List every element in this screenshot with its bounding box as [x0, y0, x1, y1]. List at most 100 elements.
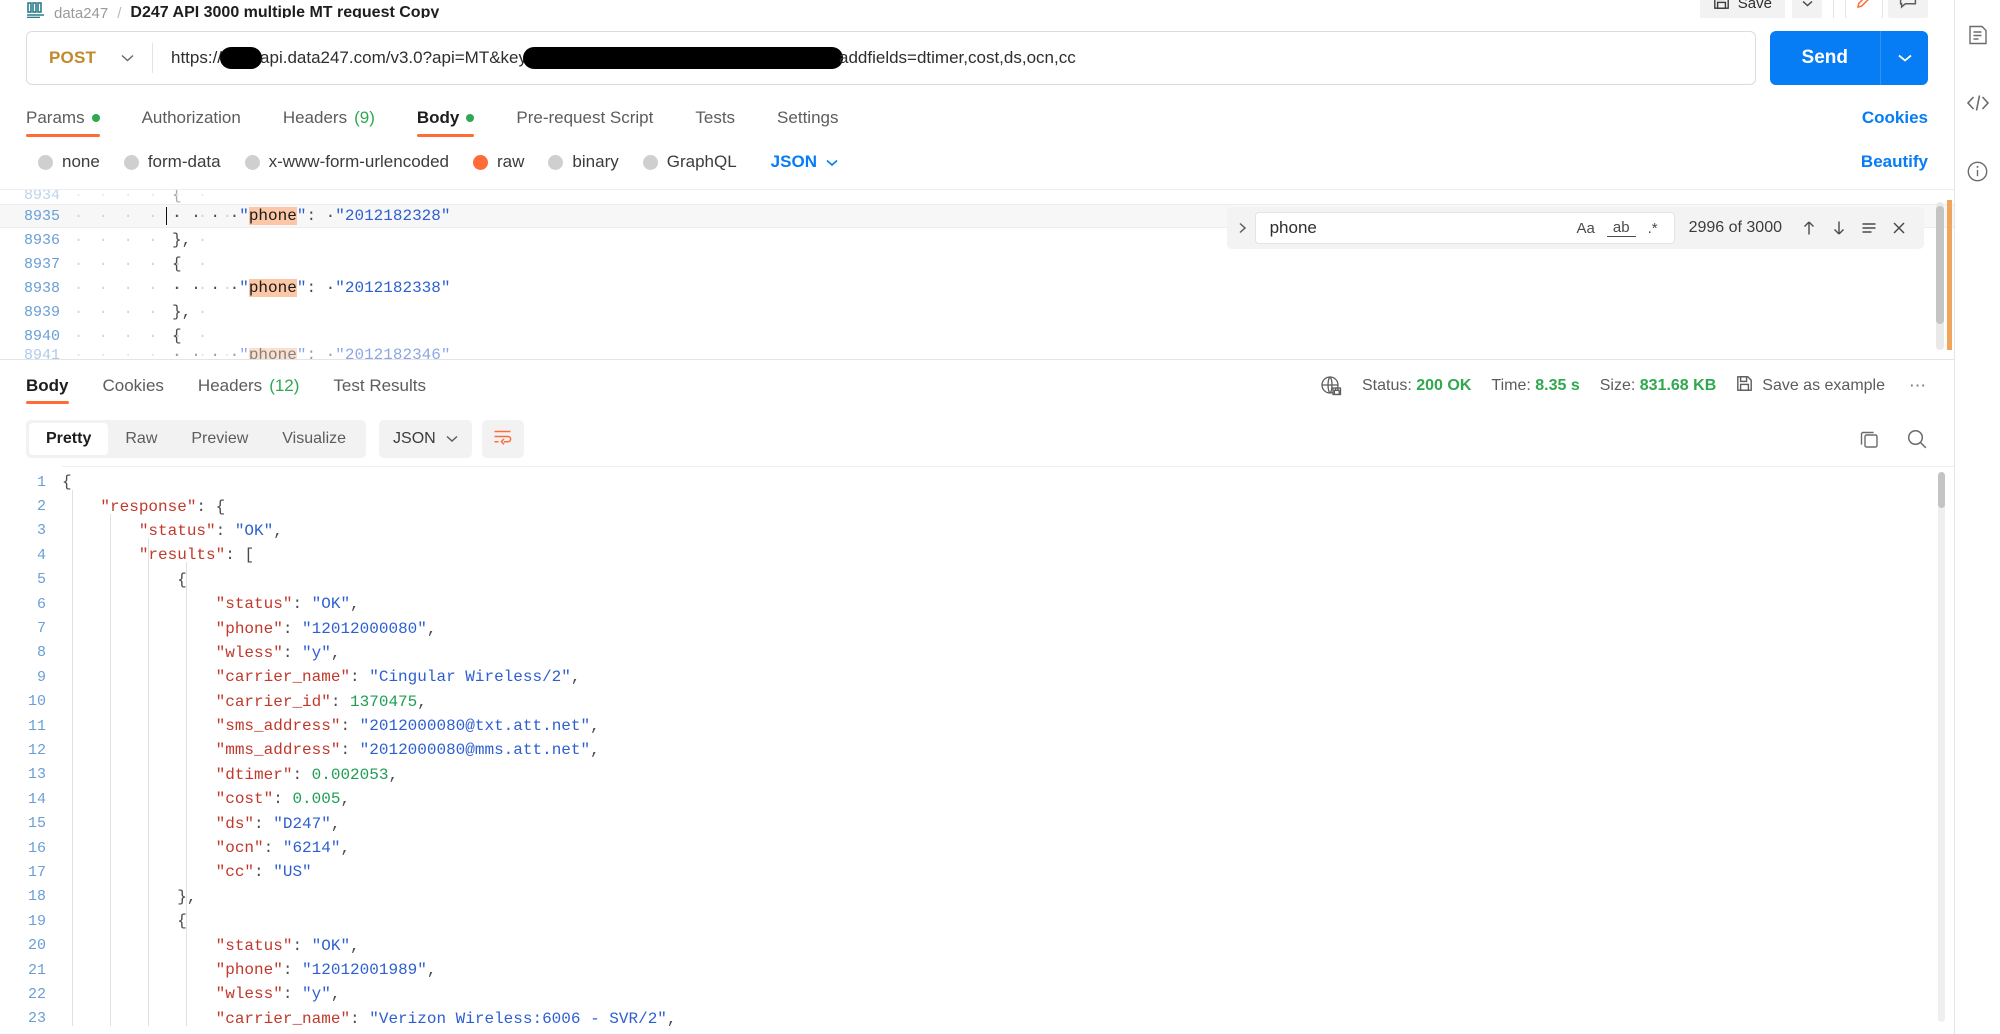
request-editor-scrollbar[interactable]: [1936, 202, 1944, 350]
response-code-line[interactable]: 21 "phone": "12012001989",: [0, 958, 1954, 982]
body-type-graphql[interactable]: GraphQL: [642, 152, 737, 172]
tab-body[interactable]: Body: [396, 95, 496, 141]
request-code-text: {: [172, 327, 182, 345]
body-type-raw[interactable]: raw: [473, 152, 524, 172]
breadcrumb-separator: /: [117, 5, 122, 18]
comment-button[interactable]: [1888, 0, 1928, 18]
request-code-line[interactable]: 8937 · · · · · ·{: [0, 252, 1954, 276]
cookies-link[interactable]: Cookies: [1862, 108, 1928, 128]
more-horizontal-icon[interactable]: ⋯: [1905, 376, 1928, 396]
find-previous-button[interactable]: [1794, 214, 1824, 242]
response-code-line[interactable]: 20 "status": "OK",: [0, 933, 1954, 957]
view-mode-visualize[interactable]: Visualize: [265, 423, 363, 455]
beautify-link[interactable]: Beautify: [1861, 152, 1928, 172]
find-input[interactable]: phone Aa ab .*: [1254, 212, 1675, 244]
response-code-line[interactable]: 14 "cost": 0.005,: [0, 787, 1954, 811]
tab-pre-request-script[interactable]: Pre-request Script: [495, 95, 674, 141]
request-editor-scroll-thumb[interactable]: [1936, 206, 1944, 324]
line-number: 13: [27, 766, 46, 784]
request-code-line[interactable]: 8940 · · · · · ·{: [0, 324, 1954, 348]
body-type-raw-label: raw: [497, 152, 525, 171]
url-input[interactable]: https:// api.data247.com/v3.0?api=MT&key a…: [153, 32, 1755, 84]
request-body-editor[interactable]: 8934 · · · · · ·{8935 · · · · · · · · · · ·…: [0, 189, 1954, 359]
response-code-line[interactable]: 2 "response": {: [0, 494, 1954, 518]
response-tab-headers[interactable]: Headers (12): [198, 360, 300, 412]
response-code-line[interactable]: 8 "wless": "y",: [0, 641, 1954, 665]
body-type-binary[interactable]: binary: [548, 152, 619, 172]
body-type-none[interactable]: none: [38, 152, 100, 172]
response-code-line[interactable]: 10 "carrier_id": 1370475,: [0, 690, 1954, 714]
save-as-example-button[interactable]: Save as example: [1736, 375, 1885, 397]
view-mode-preview[interactable]: Preview: [174, 423, 265, 455]
wrap-lines-icon: [493, 429, 512, 450]
response-tab-cookies[interactable]: Cookies: [103, 360, 164, 412]
request-code-line[interactable]: 8939 · · · · · ·},: [0, 300, 1954, 324]
response-code-line[interactable]: 13 "dtimer": 0.002053,: [0, 763, 1954, 787]
response-code-line[interactable]: 16 "ocn": "6214",: [0, 836, 1954, 860]
copy-icon[interactable]: [1859, 429, 1880, 450]
radio-icon: [548, 154, 564, 170]
response-code-line[interactable]: 5 {: [0, 568, 1954, 592]
tab-params[interactable]: Params: [26, 95, 121, 141]
chevron-right-icon[interactable]: [1231, 222, 1255, 234]
response-code-line[interactable]: 19 {: [0, 909, 1954, 933]
breadcrumb-workspace[interactable]: data247: [54, 5, 108, 18]
response-format-select[interactable]: JSON: [379, 420, 472, 458]
search-icon[interactable]: [1906, 428, 1928, 450]
raw-format-select[interactable]: JSON: [771, 152, 838, 172]
send-options-button[interactable]: [1880, 31, 1928, 85]
request-code-line[interactable]: 8934 · · · · · ·{: [0, 190, 1954, 204]
page-title: D247 API 3000 multiple MT request Copy: [130, 4, 440, 18]
find-in-selection-button[interactable]: [1854, 214, 1884, 242]
body-type-form-data[interactable]: form-data: [123, 152, 221, 172]
tab-authorization[interactable]: Authorization: [121, 95, 262, 141]
chevron-down-icon: [826, 152, 838, 172]
response-code-line[interactable]: 23 "carrier_name": "Verizon Wireless:600…: [0, 1007, 1954, 1031]
response-code-area[interactable]: 1{2 "response": {3 "status": "OK", 4 "res…: [0, 466, 1954, 1031]
info-icon[interactable]: [1965, 158, 1991, 184]
find-close-button[interactable]: [1884, 214, 1914, 242]
tab-headers[interactable]: Headers (9): [262, 95, 396, 141]
response-scrollbar[interactable]: [1938, 472, 1945, 1022]
response-code-line[interactable]: 11 "sms_address": "2012000080@txt.att.ne…: [0, 714, 1954, 738]
response-code-line[interactable]: 18 },: [0, 885, 1954, 909]
response-tab-test-results[interactable]: Test Results: [333, 360, 426, 412]
whole-word-toggle[interactable]: ab: [1606, 219, 1636, 237]
send-button[interactable]: Send: [1769, 31, 1880, 85]
response-code-line[interactable]: 22 "wless": "y",: [0, 982, 1954, 1006]
line-number: 14: [27, 790, 46, 808]
chevron-down-icon: [1897, 49, 1912, 67]
view-mode-pretty[interactable]: Pretty: [29, 423, 109, 455]
request-code-line[interactable]: 8941 · · · · · · · · · · · ·"phone": ·"201…: [0, 348, 1954, 359]
tab-tests[interactable]: Tests: [674, 95, 756, 141]
view-mode-raw[interactable]: Raw: [108, 423, 174, 455]
response-code-line[interactable]: 9 "carrier_name": "Cingular Wireless/2",: [0, 665, 1954, 689]
response-scroll-thumb[interactable]: [1938, 472, 1945, 508]
body-type-urlencoded[interactable]: x-www-form-urlencoded: [244, 152, 449, 172]
save-options-button[interactable]: [1792, 0, 1822, 18]
response-code-line[interactable]: 1{: [0, 470, 1954, 494]
documentation-icon[interactable]: [1965, 22, 1991, 48]
indent-guides: · · · · · · · ·: [74, 348, 261, 359]
find-next-button[interactable]: [1824, 214, 1854, 242]
response-tab-body[interactable]: Body: [26, 360, 69, 412]
save-button[interactable]: Save: [1699, 0, 1785, 18]
response-code-line[interactable]: 6 "status": "OK",: [0, 592, 1954, 616]
time-label: Time: 8.35 s: [1491, 377, 1579, 395]
response-code-line[interactable]: 15 "ds": "D247",: [0, 811, 1954, 835]
response-body-viewer[interactable]: 1{2 "response": {3 "status": "OK", 4 "res…: [0, 466, 1954, 1032]
response-code-line[interactable]: 17 "cc": "US": [0, 860, 1954, 884]
response-code-line[interactable]: 12 "mms_address": "2012000080@mms.att.ne…: [0, 738, 1954, 762]
tab-settings[interactable]: Settings: [756, 95, 859, 141]
edit-button[interactable]: [1845, 0, 1883, 18]
http-method-select[interactable]: POST: [27, 32, 152, 84]
tab-authorization-label: Authorization: [141, 108, 241, 127]
request-code-line[interactable]: 8938 · · · · · · · · · · · ·"phone": ·"201…: [0, 276, 1954, 300]
response-code-line[interactable]: 7 "phone": "12012000080",: [0, 616, 1954, 640]
response-code-line[interactable]: 4 "results": [: [0, 543, 1954, 567]
wrap-lines-button[interactable]: [481, 420, 524, 458]
response-code-line[interactable]: 3 "status": "OK",: [0, 519, 1954, 543]
code-icon[interactable]: [1965, 90, 1991, 116]
match-case-toggle[interactable]: Aa: [1571, 220, 1601, 237]
regex-toggle[interactable]: .*: [1642, 220, 1664, 237]
